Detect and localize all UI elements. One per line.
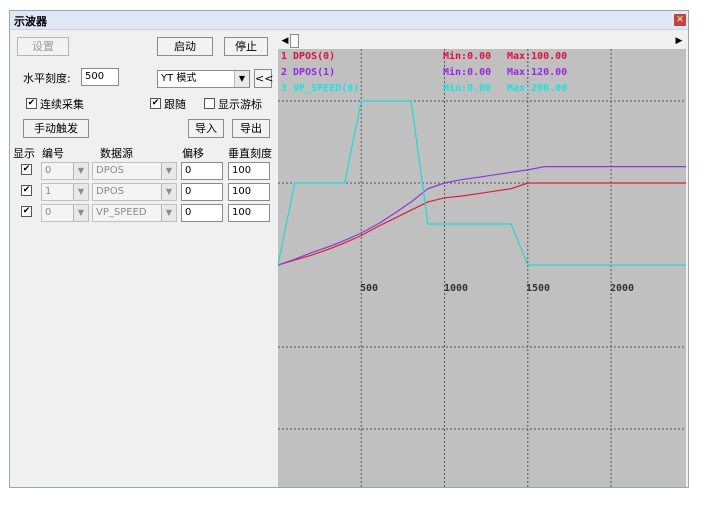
x-tick-label: 1500: [526, 283, 551, 294]
legend-min: Min:0.00: [443, 51, 492, 62]
horizontal-scrollbar[interactable]: ◀ ▶: [278, 33, 686, 50]
cursor-label: 显示游标: [218, 98, 262, 111]
title-bar: 示波器 ✕: [10, 11, 688, 30]
check-icon: ✔: [151, 98, 160, 108]
row-offset-input[interactable]: 0: [181, 183, 223, 201]
row-scale-input[interactable]: 100: [228, 204, 270, 222]
mode-select[interactable]: YT 模式 ▼: [157, 70, 250, 88]
scroll-right-icon[interactable]: ▶: [672, 34, 686, 48]
export-button[interactable]: 导出: [232, 119, 270, 138]
row-source-select[interactable]: VP_SPEED ▼: [92, 204, 177, 222]
row-source-value: DPOS: [96, 186, 124, 197]
check-icon: ✔: [22, 206, 31, 216]
dropdown-arrow-icon[interactable]: ▼: [161, 184, 176, 200]
stop-button[interactable]: 停止: [224, 37, 268, 56]
h-scale-input[interactable]: 500: [81, 68, 119, 86]
header-show: 显示: [13, 147, 35, 160]
scroll-thumb[interactable]: [290, 34, 299, 48]
import-button[interactable]: 导入: [188, 119, 224, 138]
close-icon[interactable]: ✕: [674, 14, 686, 26]
row-index-select[interactable]: 0 ▼: [41, 204, 89, 222]
manual-trigger-button[interactable]: 手动触发: [23, 119, 89, 138]
scope-display[interactable]: ◀ ▶ 1 DPOS(0) Min:0.00 Max:100.00 2 DPOS…: [278, 33, 686, 487]
row-index-value: 0: [45, 207, 52, 218]
header-index: 编号: [42, 147, 64, 160]
check-icon: ✔: [27, 98, 36, 108]
row-index-value: 1: [45, 186, 52, 197]
row-show-checkbox[interactable]: ✔: [21, 185, 32, 196]
follow-checkbox[interactable]: ✔: [150, 98, 161, 109]
row-source-select[interactable]: DPOS ▼: [92, 162, 177, 180]
collapse-button[interactable]: <<: [254, 69, 273, 88]
window-title: 示波器: [14, 15, 47, 28]
row-scale-input[interactable]: 100: [228, 162, 270, 180]
continuous-checkbox[interactable]: ✔: [26, 98, 37, 109]
continuous-label: 连续采集: [40, 98, 84, 111]
start-button[interactable]: 启动: [157, 37, 213, 56]
dropdown-arrow-icon[interactable]: ▼: [73, 205, 88, 221]
legend-max: Max:120.00: [507, 67, 568, 78]
row-source-value: VP_SPEED: [96, 207, 147, 218]
row-source-select[interactable]: DPOS ▼: [92, 183, 177, 201]
legend-name: 3 VP_SPEED(0): [281, 83, 360, 94]
x-tick-label: 2000: [610, 283, 635, 294]
follow-label: 跟随: [164, 98, 186, 111]
row-show-checkbox[interactable]: ✔: [21, 206, 32, 217]
row-show-checkbox[interactable]: ✔: [21, 164, 32, 175]
settings-button[interactable]: 设置: [17, 37, 69, 56]
x-tick-label: 500: [360, 283, 379, 294]
legend-max: Max:200.00: [507, 83, 568, 94]
oscilloscope-window: 示波器 ✕ 设置 启动 停止 水平刻度: 500 YT 模式 ▼ << ✔ 连续…: [9, 10, 689, 488]
header-offset: 偏移: [182, 147, 204, 160]
scope-plot: [278, 49, 686, 487]
row-offset-input[interactable]: 0: [181, 162, 223, 180]
legend-min: Min:0.00: [443, 67, 492, 78]
grid: [278, 49, 686, 487]
dropdown-arrow-icon[interactable]: ▼: [73, 163, 88, 179]
legend-name: 2 DPOS(1): [281, 67, 336, 78]
header-source: 数据源: [100, 147, 133, 160]
series-line-2-dpos-1-: [278, 165, 686, 266]
header-scale: 垂直刻度: [228, 147, 272, 160]
mode-select-value: YT 模式: [161, 73, 197, 84]
dropdown-arrow-icon[interactable]: ▼: [161, 205, 176, 221]
check-icon: ✔: [22, 164, 31, 174]
row-offset-input[interactable]: 0: [181, 204, 223, 222]
check-icon: ✔: [22, 185, 31, 195]
row-scale-input[interactable]: 100: [228, 183, 270, 201]
h-scale-label: 水平刻度:: [23, 72, 71, 85]
dropdown-arrow-icon[interactable]: ▼: [161, 163, 176, 179]
legend-min: Min:0.00: [443, 83, 492, 94]
row-index-select[interactable]: 0 ▼: [41, 162, 89, 180]
dropdown-arrow-icon[interactable]: ▼: [73, 184, 88, 200]
dropdown-arrow-icon[interactable]: ▼: [234, 71, 249, 87]
x-tick-label: 1000: [444, 283, 469, 294]
row-source-value: DPOS: [96, 165, 124, 176]
legend-name: 1 DPOS(0): [281, 51, 336, 62]
row-index-value: 0: [45, 165, 52, 176]
legend-max: Max:100.00: [507, 51, 568, 62]
row-index-select[interactable]: 1 ▼: [41, 183, 89, 201]
cursor-checkbox[interactable]: [204, 98, 215, 109]
